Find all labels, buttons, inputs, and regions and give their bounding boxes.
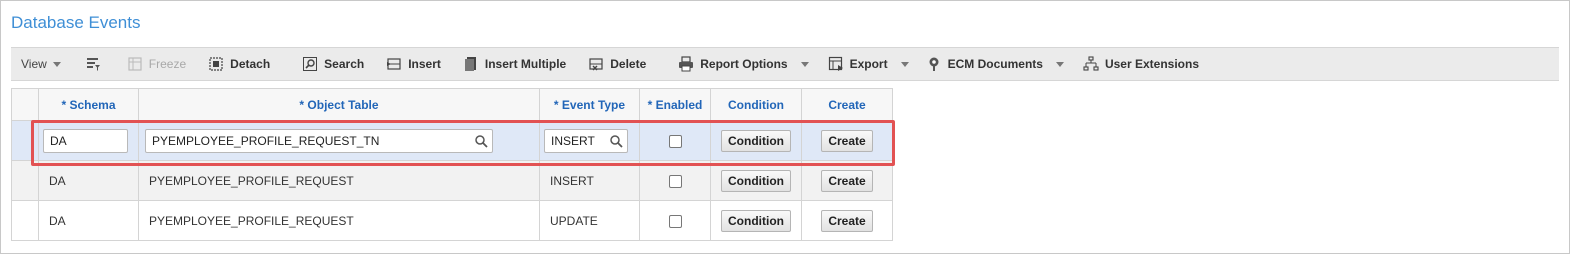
freeze-label: Freeze (148, 57, 187, 71)
event-type-input[interactable]: INSERT (544, 128, 628, 153)
condition-cell: Condition (710, 120, 802, 161)
table-row[interactable]: DA PYEMPLOYEE_PROFILE_REQUEST INSERT Con… (11, 160, 893, 201)
column-header-condition[interactable]: Condition (710, 88, 802, 121)
row-gutter-header (11, 88, 39, 121)
enabled-checkbox[interactable] (668, 174, 682, 188)
search-icon[interactable] (609, 134, 623, 148)
condition-cell: Condition (710, 200, 802, 241)
create-button[interactable]: Create (821, 169, 873, 192)
detach-icon (208, 56, 224, 72)
view-label: View (21, 57, 47, 71)
create-button[interactable]: Create (821, 209, 873, 232)
page-title: Database Events (11, 13, 141, 32)
schema-input[interactable]: DA (43, 128, 128, 153)
export-button[interactable]: Export (828, 47, 888, 81)
export-dropdown[interactable] (894, 47, 916, 81)
ecm-documents-label: ECM Documents (947, 57, 1043, 71)
search-button[interactable]: Search (302, 47, 364, 81)
event-type-input-value: INSERT (551, 133, 595, 148)
ecm-documents-button[interactable]: ECM Documents (926, 47, 1043, 81)
ecm-documents-icon (926, 56, 942, 72)
column-header-event-type[interactable]: * Event Type (539, 88, 640, 121)
insert-multiple-icon (463, 56, 479, 72)
report-options-label: Report Options (700, 57, 788, 71)
export-label: Export (849, 57, 888, 71)
search-icon (302, 56, 318, 72)
detach-button[interactable]: Detach (208, 47, 270, 81)
schema-cell[interactable]: DA (38, 160, 139, 201)
chevron-down-icon (800, 61, 809, 67)
schema-input-value: DA (50, 133, 67, 148)
event-type-cell[interactable]: UPDATE (539, 200, 640, 241)
report-options-dropdown[interactable] (794, 47, 816, 81)
schema-cell[interactable]: DA (38, 200, 139, 241)
table-row-selected[interactable]: DA PYEMPLOYEE_PROFILE_REQUEST_TN INSERT (11, 120, 893, 161)
enabled-cell (639, 160, 711, 201)
row-gutter[interactable] (11, 120, 39, 161)
enabled-checkbox[interactable] (668, 134, 682, 148)
object-table-input-value: PYEMPLOYEE_PROFILE_REQUEST_TN (152, 133, 380, 148)
enabled-cell (639, 120, 711, 161)
search-label: Search (324, 57, 365, 71)
create-cell: Create (801, 160, 893, 201)
row-gutter[interactable] (11, 200, 39, 241)
user-extensions-label: User Extensions (1104, 57, 1199, 71)
object-table-input[interactable]: PYEMPLOYEE_PROFILE_REQUEST_TN (145, 128, 493, 153)
insert-button[interactable]: Insert (386, 47, 441, 81)
enabled-checkbox[interactable] (668, 214, 682, 228)
create-cell: Create (801, 200, 893, 241)
filter-button[interactable] (85, 47, 107, 81)
insert-multiple-button[interactable]: Insert Multiple (463, 47, 566, 81)
ecm-documents-dropdown[interactable] (1049, 47, 1071, 81)
enabled-cell (639, 200, 711, 241)
condition-cell: Condition (710, 160, 802, 201)
event-type-cell: INSERT (539, 120, 640, 161)
insert-label: Insert (408, 57, 441, 71)
freeze-button[interactable]: Freeze (127, 47, 186, 81)
row-gutter[interactable] (11, 160, 39, 201)
report-options-button[interactable]: Report Options (678, 47, 788, 81)
object-table-cell[interactable]: PYEMPLOYEE_PROFILE_REQUEST (138, 200, 540, 241)
condition-button[interactable]: Condition (721, 169, 791, 192)
chevron-down-icon (900, 61, 909, 67)
events-table: * Schema * Object Table * Event Type * E… (11, 88, 893, 241)
view-menu[interactable]: View (21, 47, 61, 81)
header-row: * Schema * Object Table * Event Type * E… (11, 88, 893, 121)
column-header-object-table[interactable]: * Object Table (138, 88, 540, 121)
condition-button[interactable]: Condition (721, 209, 791, 232)
delete-label: Delete (610, 57, 647, 71)
filter-icon (85, 56, 101, 72)
freeze-icon (127, 56, 143, 72)
condition-button[interactable]: Condition (721, 129, 791, 152)
insert-icon (386, 56, 402, 72)
create-button[interactable]: Create (821, 129, 873, 152)
printer-icon (678, 56, 694, 72)
chevron-down-icon (1055, 61, 1064, 67)
delete-button[interactable]: Delete (588, 47, 646, 81)
export-icon (828, 56, 844, 72)
object-table-cell[interactable]: PYEMPLOYEE_PROFILE_REQUEST (138, 160, 540, 201)
hierarchy-icon (1083, 56, 1099, 72)
user-extensions-button[interactable]: User Extensions (1083, 47, 1199, 81)
schema-cell: DA (38, 120, 139, 161)
object-table-cell: PYEMPLOYEE_PROFILE_REQUEST_TN (138, 120, 540, 161)
table-row[interactable]: DA PYEMPLOYEE_PROFILE_REQUEST UPDATE Con… (11, 200, 893, 241)
insert-multiple-label: Insert Multiple (484, 57, 567, 71)
toolbar: View Freeze Detach Search Insert Insert … (11, 47, 1559, 81)
column-header-create[interactable]: Create (801, 88, 893, 121)
delete-icon (588, 56, 604, 72)
detach-label: Detach (230, 57, 271, 71)
column-header-schema[interactable]: * Schema (38, 88, 139, 121)
create-cell: Create (801, 120, 893, 161)
window-frame: Database Events View Freeze Detach Searc… (0, 0, 1570, 254)
search-icon[interactable] (474, 134, 488, 148)
event-type-cell[interactable]: INSERT (539, 160, 640, 201)
chevron-down-icon (52, 61, 61, 67)
column-header-enabled[interactable]: * Enabled (639, 88, 711, 121)
